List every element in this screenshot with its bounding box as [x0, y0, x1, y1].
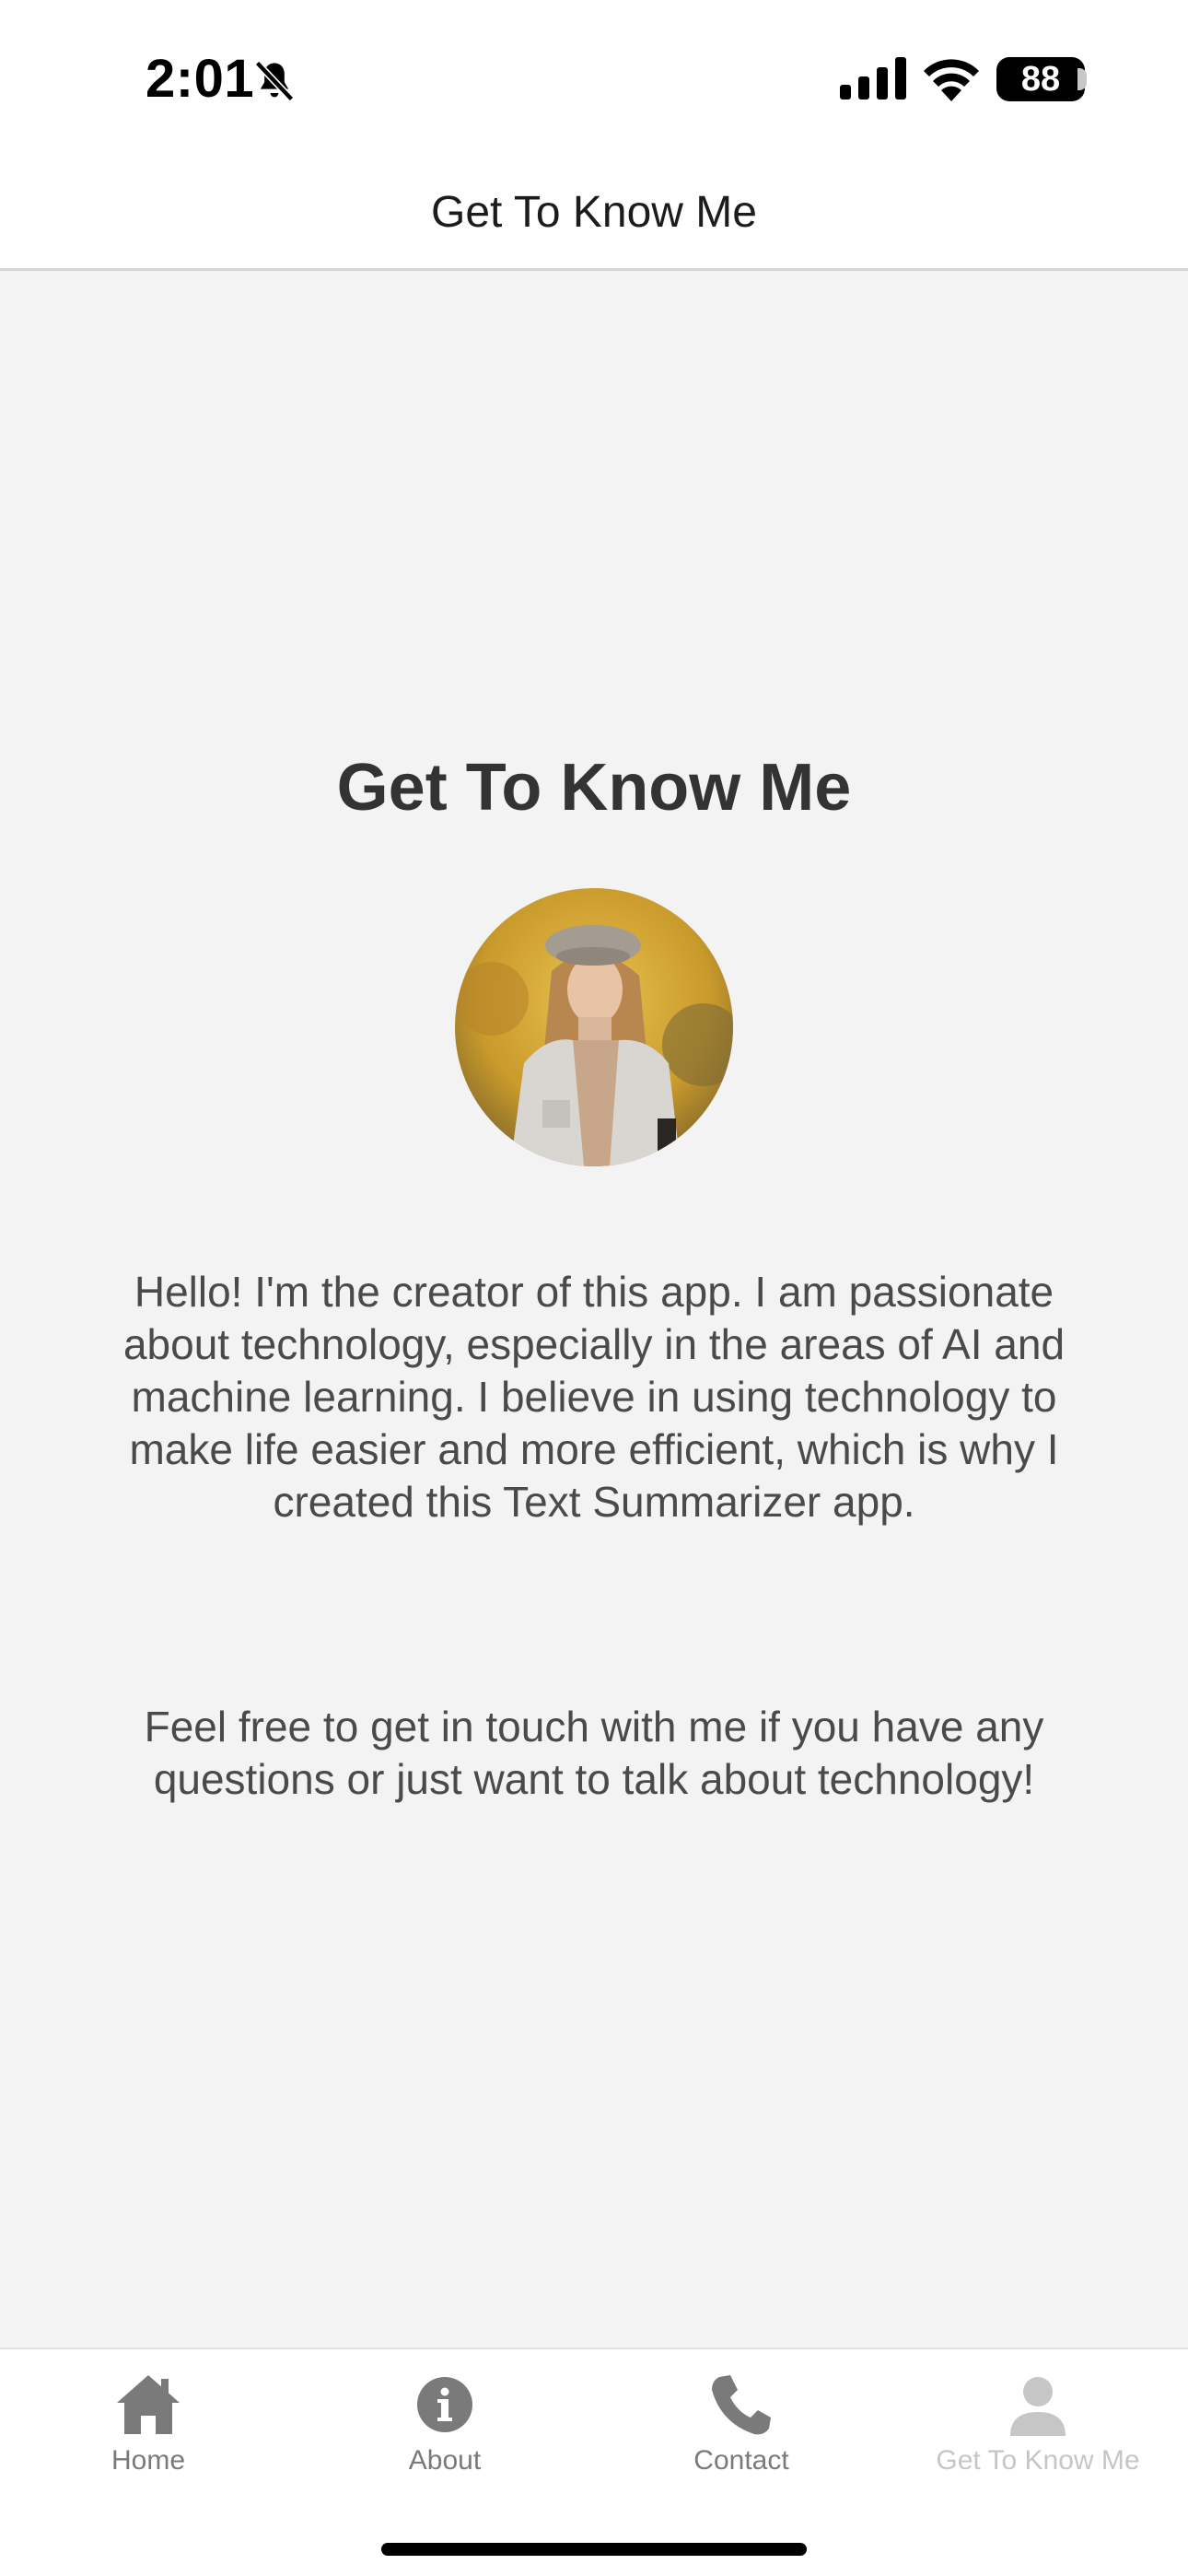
- status-bar: 2:01 88: [0, 0, 1188, 157]
- tab-contact[interactable]: Contact: [593, 2349, 890, 2488]
- home-icon: [117, 2375, 180, 2434]
- cellular-signal-icon: [840, 57, 906, 100]
- battery-cap: [1077, 68, 1087, 90]
- nav-title: Get To Know Me: [431, 188, 757, 237]
- screen: 2:01 88 Get To Know Me Get To Know Me He…: [0, 0, 1188, 2576]
- battery-icon: 88: [996, 57, 1085, 101]
- phone-icon: [712, 2375, 771, 2435]
- battery-level: 88: [1020, 59, 1061, 99]
- tab-bar: Home About Contact Get To Know Me: [0, 2348, 1188, 2576]
- profile-avatar: [455, 888, 733, 1166]
- main-content: Get To Know Me Hello! I'm the creator of…: [0, 271, 1188, 2348]
- tab-about-label: About: [408, 2445, 482, 2476]
- bio-text: Hello! I'm the creator of this app. I am…: [122, 1268, 1066, 1526]
- nav-header: Get To Know Me: [0, 157, 1188, 271]
- profile-photo: [455, 888, 733, 1166]
- tab-get-to-know-me[interactable]: Get To Know Me: [890, 2349, 1186, 2488]
- home-indicator[interactable]: [381, 2543, 807, 2556]
- tab-get-to-know-me-label: Get To Know Me: [936, 2445, 1140, 2476]
- tab-contact-label: Contact: [693, 2445, 789, 2476]
- tab-about[interactable]: About: [297, 2349, 593, 2488]
- contact-note-text: Feel free to get in touch with me if you…: [144, 1703, 1044, 1803]
- tab-home[interactable]: Home: [0, 2349, 297, 2488]
- person-icon: [1010, 2377, 1066, 2436]
- tab-home-label: Home: [111, 2445, 186, 2476]
- bell-slash-icon: [254, 60, 295, 102]
- status-time: 2:01: [146, 49, 255, 109]
- info-icon: [417, 2377, 472, 2432]
- wifi-icon: [924, 59, 979, 101]
- page-heading: Get To Know Me: [336, 751, 852, 825]
